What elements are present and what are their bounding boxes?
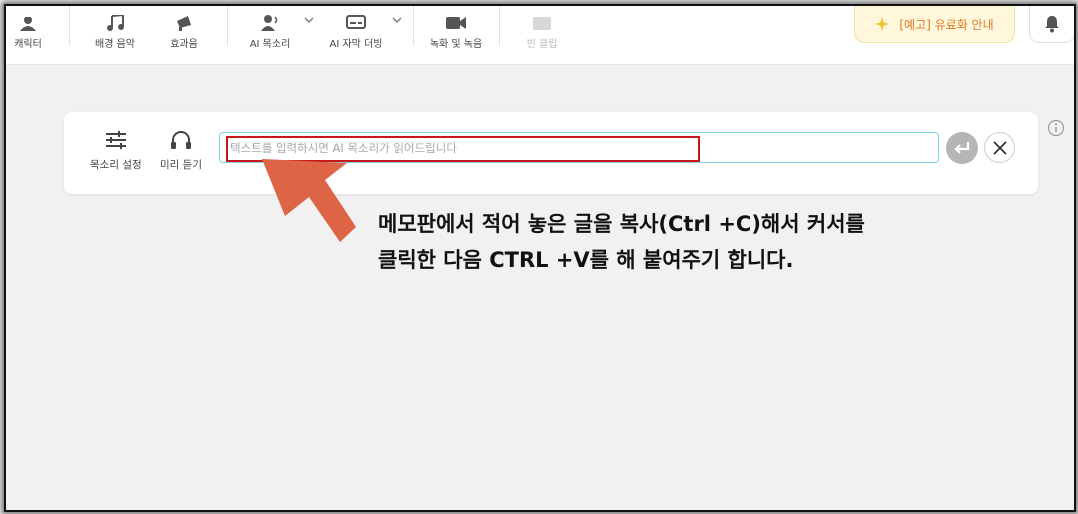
paid-plan-notice-button[interactable]: [예고] 유료화 안내 [854,6,1015,43]
toolbar-item-sound-effect[interactable]: 효과음 [164,6,204,50]
toolbar-item-ai-voice[interactable]: AI 목소리 [242,6,298,50]
bell-icon [1045,16,1059,33]
toolbar-item-background-music[interactable]: 배경 음악 [90,6,140,50]
ai-voice-input-panel: 목소리 설정 미리 듣기 [64,112,1038,194]
toolbar-divider [499,6,500,46]
toolbar-item-label: AI 자막 더빙 [329,39,383,50]
preview-label: 미리 듣기 [160,159,202,171]
toolbar-divider [413,6,414,46]
blank-clip-icon [533,17,551,30]
notifications-button[interactable] [1029,6,1074,43]
character-icon [20,17,36,31]
toolbar-item-label: 녹화 및 녹음 [429,39,483,50]
annotation-line-1: 메모판에서 적어 놓은 글을 복사(Ctrl +C)해서 커서를 [378,212,865,236]
chevron-down-icon[interactable] [392,16,402,24]
toolbar-item-label: 빈 클립 [526,39,558,50]
top-toolbar: 캐릭터 배경 음악 효과음 AI 목소리 AI 자막 더빙 녹화 및 녹음 빈 … [6,6,1074,65]
voice-settings-label: 목소리 설정 [90,159,142,171]
ai-voice-icon [261,15,278,31]
sliders-icon [105,131,126,149]
toolbar-item-record[interactable]: 녹화 및 녹음 [426,6,486,50]
toolbar-item-blank-clip[interactable]: 빈 클립 [520,6,564,50]
chevron-down-icon[interactable] [304,16,314,24]
toolbar-item-character[interactable]: 캐릭터 [10,6,46,50]
music-note-icon [107,15,124,31]
close-icon [992,140,1007,155]
voice-settings-button[interactable]: 목소리 설정 [90,130,142,172]
headphones-icon [170,131,191,149]
toolbar-item-label: 배경 음악 [95,39,135,50]
video-camera-icon [446,17,466,29]
promo-label: [예고] 유료화 안내 [899,17,994,32]
toolbar-item-label: AI 목소리 [249,39,291,50]
app-frame: 캐릭터 배경 음악 효과음 AI 목소리 AI 자막 더빙 녹화 및 녹음 빈 … [4,4,1076,512]
annotation-text: 메모판에서 적어 놓은 글을 복사(Ctrl +C)해서 커서를 클릭한 다음 … [378,206,998,278]
toolbar-divider [69,6,70,46]
submit-text-button[interactable] [946,132,978,164]
info-icon[interactable] [1047,119,1065,137]
close-button[interactable] [984,132,1015,163]
ai-subtitle-icon [346,15,366,29]
annotation-line-2: 클릭한 다음 CTRL +V를 해 붙여주기 합니다. [378,248,794,272]
toolbar-item-label: 캐릭터 [14,39,42,50]
toolbar-divider [227,6,228,46]
sound-effect-icon [177,16,191,31]
pointer-arrow-graphic [262,159,356,242]
sparkle-icon [875,17,890,31]
toolbar-item-ai-subtitle-dubbing[interactable]: AI 자막 더빙 [322,6,390,50]
preview-listen-button[interactable]: 미리 듣기 [160,130,202,172]
toolbar-item-label: 효과음 [170,39,198,50]
enter-icon [954,142,970,154]
